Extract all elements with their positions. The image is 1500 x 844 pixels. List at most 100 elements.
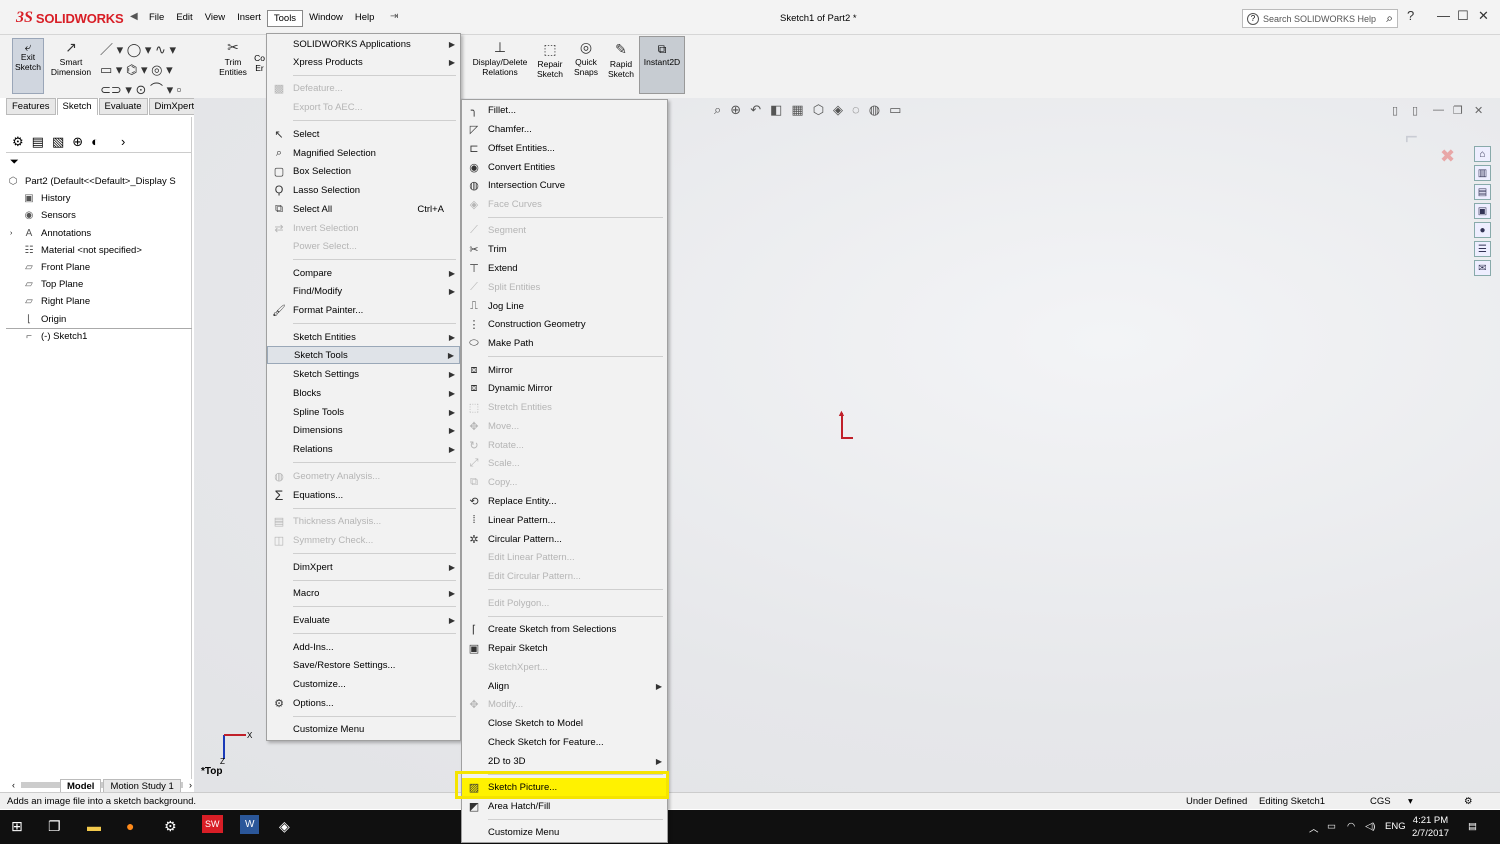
task-view-icon[interactable]: ❐ (48, 818, 61, 835)
scene-icon[interactable]: ▭ (889, 102, 901, 118)
dynamic-annotation-icon[interactable]: ▦ (791, 102, 803, 118)
menu-view[interactable]: View (199, 10, 231, 27)
tab-dimxpert[interactable]: DimXpert (148, 98, 201, 115)
rapid-sketch-button[interactable]: ✎ Rapid Sketch (604, 42, 638, 80)
close-icon[interactable]: ✕ (1478, 8, 1489, 24)
section-view-icon[interactable]: ◧ (770, 102, 782, 118)
menu-expand-arrow-icon[interactable]: ◀ (130, 11, 138, 22)
menu-item-thickness-analysis[interactable]: ▤ Thickness Analysis... (267, 512, 460, 530)
expand-arrow-icon[interactable]: › (10, 230, 22, 237)
menu-item-edit-linear-pattern[interactable]: Edit Linear Pattern... (462, 548, 667, 566)
display-manager-icon[interactable]: ◐ (91, 134, 99, 149)
hide-show-icon[interactable]: ◌ (852, 102, 860, 118)
restore-icon[interactable]: ☐ (1457, 8, 1469, 24)
menu-item-compare[interactable]: Compare ▶ (267, 264, 460, 282)
gfx-minimize-icon[interactable]: — (1433, 104, 1444, 116)
panel-expand-icon[interactable]: › (121, 134, 125, 149)
solidworks-logo[interactable]: 3S SOLIDWORKS (16, 7, 124, 29)
menu-insert[interactable]: Insert (231, 10, 267, 27)
gfx-tile2-icon[interactable]: ▯ (1412, 104, 1418, 117)
zoom-area-icon[interactable]: ⊕ (730, 102, 741, 118)
quick-snaps-button[interactable]: ◎ Quick Snaps (569, 40, 603, 78)
menu-item-create-sketch-from-selections[interactable]: ⌈ Create Sketch from Selections (462, 620, 667, 638)
tree-item-annotations[interactable]: › A Annotations (6, 225, 192, 242)
minimize-icon[interactable]: — (1437, 8, 1450, 23)
menu-item-replace-entity[interactable]: ⟲ Replace Entity... (462, 492, 667, 510)
menu-item-trim[interactable]: ✂ Trim (462, 240, 667, 258)
zoom-to-fit-icon[interactable]: ⌕ (714, 102, 721, 118)
menu-item-area-hatch-fill[interactable]: ◩ Area Hatch/Fill (462, 797, 667, 815)
menu-item-edit-circular-pattern[interactable]: Edit Circular Pattern... (462, 567, 667, 585)
tray-device-icon[interactable]: ▭ (1327, 821, 1336, 832)
menu-item-sketchxpert[interactable]: SketchXpert... (462, 658, 667, 676)
firefox-icon[interactable]: ● (126, 818, 134, 834)
menu-item-circular-pattern[interactable]: ✲ Circular Pattern... (462, 530, 667, 548)
wifi-icon[interactable]: ◠ (1347, 821, 1355, 832)
menu-item-options[interactable]: ⚙ Options... (267, 694, 460, 712)
menu-item-rotate[interactable]: ↻ Rotate... (462, 436, 667, 454)
units-dropdown-icon[interactable]: ▾ (1408, 796, 1413, 807)
menu-item-customize[interactable]: Customize... (267, 675, 460, 693)
solidworks-taskbar-icon[interactable]: SW (202, 815, 223, 833)
tab-evaluate[interactable]: Evaluate (98, 98, 148, 115)
tab-sketch[interactable]: Sketch (56, 98, 98, 115)
pin-menu-icon[interactable]: ⇥ (390, 11, 398, 22)
repair-sketch-button[interactable]: ⬚ Repair Sketch (533, 42, 567, 80)
menu-item-lasso-selection[interactable]: Ϙ Lasso Selection (267, 181, 460, 199)
menu-item-select[interactable]: ↖ Select (267, 125, 460, 143)
convert-entities-button[interactable]: Co Er (253, 53, 266, 73)
custom-properties-icon[interactable]: ☰ (1474, 241, 1491, 257)
menu-item-copy[interactable]: ⧉ Copy... (462, 473, 667, 491)
menu-item-sketch-entities[interactable]: Sketch Entities ▶ (267, 328, 460, 346)
tree-item-origin[interactable]: ⌊ Origin (6, 311, 192, 328)
menu-item-select-all[interactable]: ⧉ Select All Ctrl+A (267, 200, 460, 218)
volume-icon[interactable]: ◁) (1365, 821, 1375, 832)
menu-item-intersection-curve[interactable]: ◍ Intersection Curve (462, 176, 667, 194)
home-icon[interactable]: ⌂ (1474, 146, 1491, 162)
view-orientation-icon[interactable]: ⬡ (813, 102, 824, 118)
menu-item-magnified-selection[interactable]: ⌕ Magnified Selection (267, 144, 460, 162)
menu-item-segment[interactable]: ⟋ Segment (462, 221, 667, 239)
menu-item-dimensions[interactable]: Dimensions ▶ (267, 421, 460, 439)
tree-item-sensors[interactable]: ◉ Sensors (6, 207, 192, 224)
menu-item-face-curves[interactable]: ◈ Face Curves (462, 195, 667, 213)
menu-item-add-ins[interactable]: Add-Ins... (267, 638, 460, 656)
menu-item-symmetry-check[interactable]: ◫ Symmetry Check... (267, 531, 460, 549)
cancel-sketch-icon[interactable]: ✖ (1440, 146, 1455, 167)
tree-item-front-plane[interactable]: ▱ Front Plane (6, 259, 192, 276)
settings-icon[interactable]: ⚙ (164, 818, 177, 835)
menu-item-solidworks-applications[interactable]: SOLIDWORKS Applications ▶ (267, 35, 460, 53)
menu-item-offset-entities[interactable]: ⊏ Offset Entities... (462, 139, 667, 157)
menu-item-fillet[interactable]: ╮ Fillet... (462, 101, 667, 119)
dimxpert-manager-icon[interactable]: ⊕ (72, 134, 83, 150)
menu-item-spline-tools[interactable]: Spline Tools ▶ (267, 403, 460, 421)
scroll-right-icon[interactable]: › (189, 780, 192, 790)
menu-item-invert-selection[interactable]: ⇄ Invert Selection (267, 219, 460, 237)
menu-item-align[interactable]: Align ▶ (462, 677, 667, 695)
customize-status-icon[interactable]: ⚙ (1464, 796, 1473, 807)
menu-item-repair-sketch[interactable]: ▣ Repair Sketch (462, 639, 667, 657)
units-selector[interactable]: CGS (1370, 796, 1391, 807)
menu-item-defeature[interactable]: ▩ Defeature... (267, 79, 460, 97)
menu-item-find-modify[interactable]: Find/Modify ▶ (267, 282, 460, 300)
slot-point-arc-icons[interactable]: ⊂⊃ ▾ ⊙ ⌒ ▾ ▫ (100, 80, 181, 100)
previous-view-icon[interactable]: ↶ (750, 102, 761, 118)
appearances-icon[interactable]: ● (1474, 222, 1491, 238)
tree-item-right-plane[interactable]: ▱ Right Plane (6, 293, 192, 310)
word-icon[interactable]: W (240, 815, 260, 834)
confirmation-corner-icon[interactable]: ⌐ (1405, 124, 1418, 150)
tree-item-top-plane[interactable]: ▱ Top Plane (6, 276, 192, 293)
menu-item-move[interactable]: ✥ Move... (462, 417, 667, 435)
menu-item-blocks[interactable]: Blocks ▶ (267, 384, 460, 402)
line-circle-spline-icons[interactable]: ／ ▾ ◯ ▾ ∿ ▾ (100, 40, 181, 60)
menu-item-jog-line[interactable]: ⎍ Jog Line (462, 297, 667, 315)
menu-item-equations[interactable]: Σ Equations... (267, 486, 460, 504)
file-explorer-icon[interactable]: ▤ (1474, 184, 1491, 200)
menu-item-dynamic-mirror[interactable]: ⧈ Dynamic Mirror (462, 379, 667, 397)
configuration-manager-icon[interactable]: ▧ (52, 134, 64, 150)
language-indicator[interactable]: ENG (1385, 821, 1406, 832)
tree-item-history[interactable]: ▣ History (6, 190, 192, 207)
design-library-icon[interactable]: ▥ (1474, 165, 1491, 181)
trim-entities-button[interactable]: ✂ Trim Entities (215, 40, 251, 78)
menu-item-box-selection[interactable]: ▢ Box Selection (267, 162, 460, 180)
